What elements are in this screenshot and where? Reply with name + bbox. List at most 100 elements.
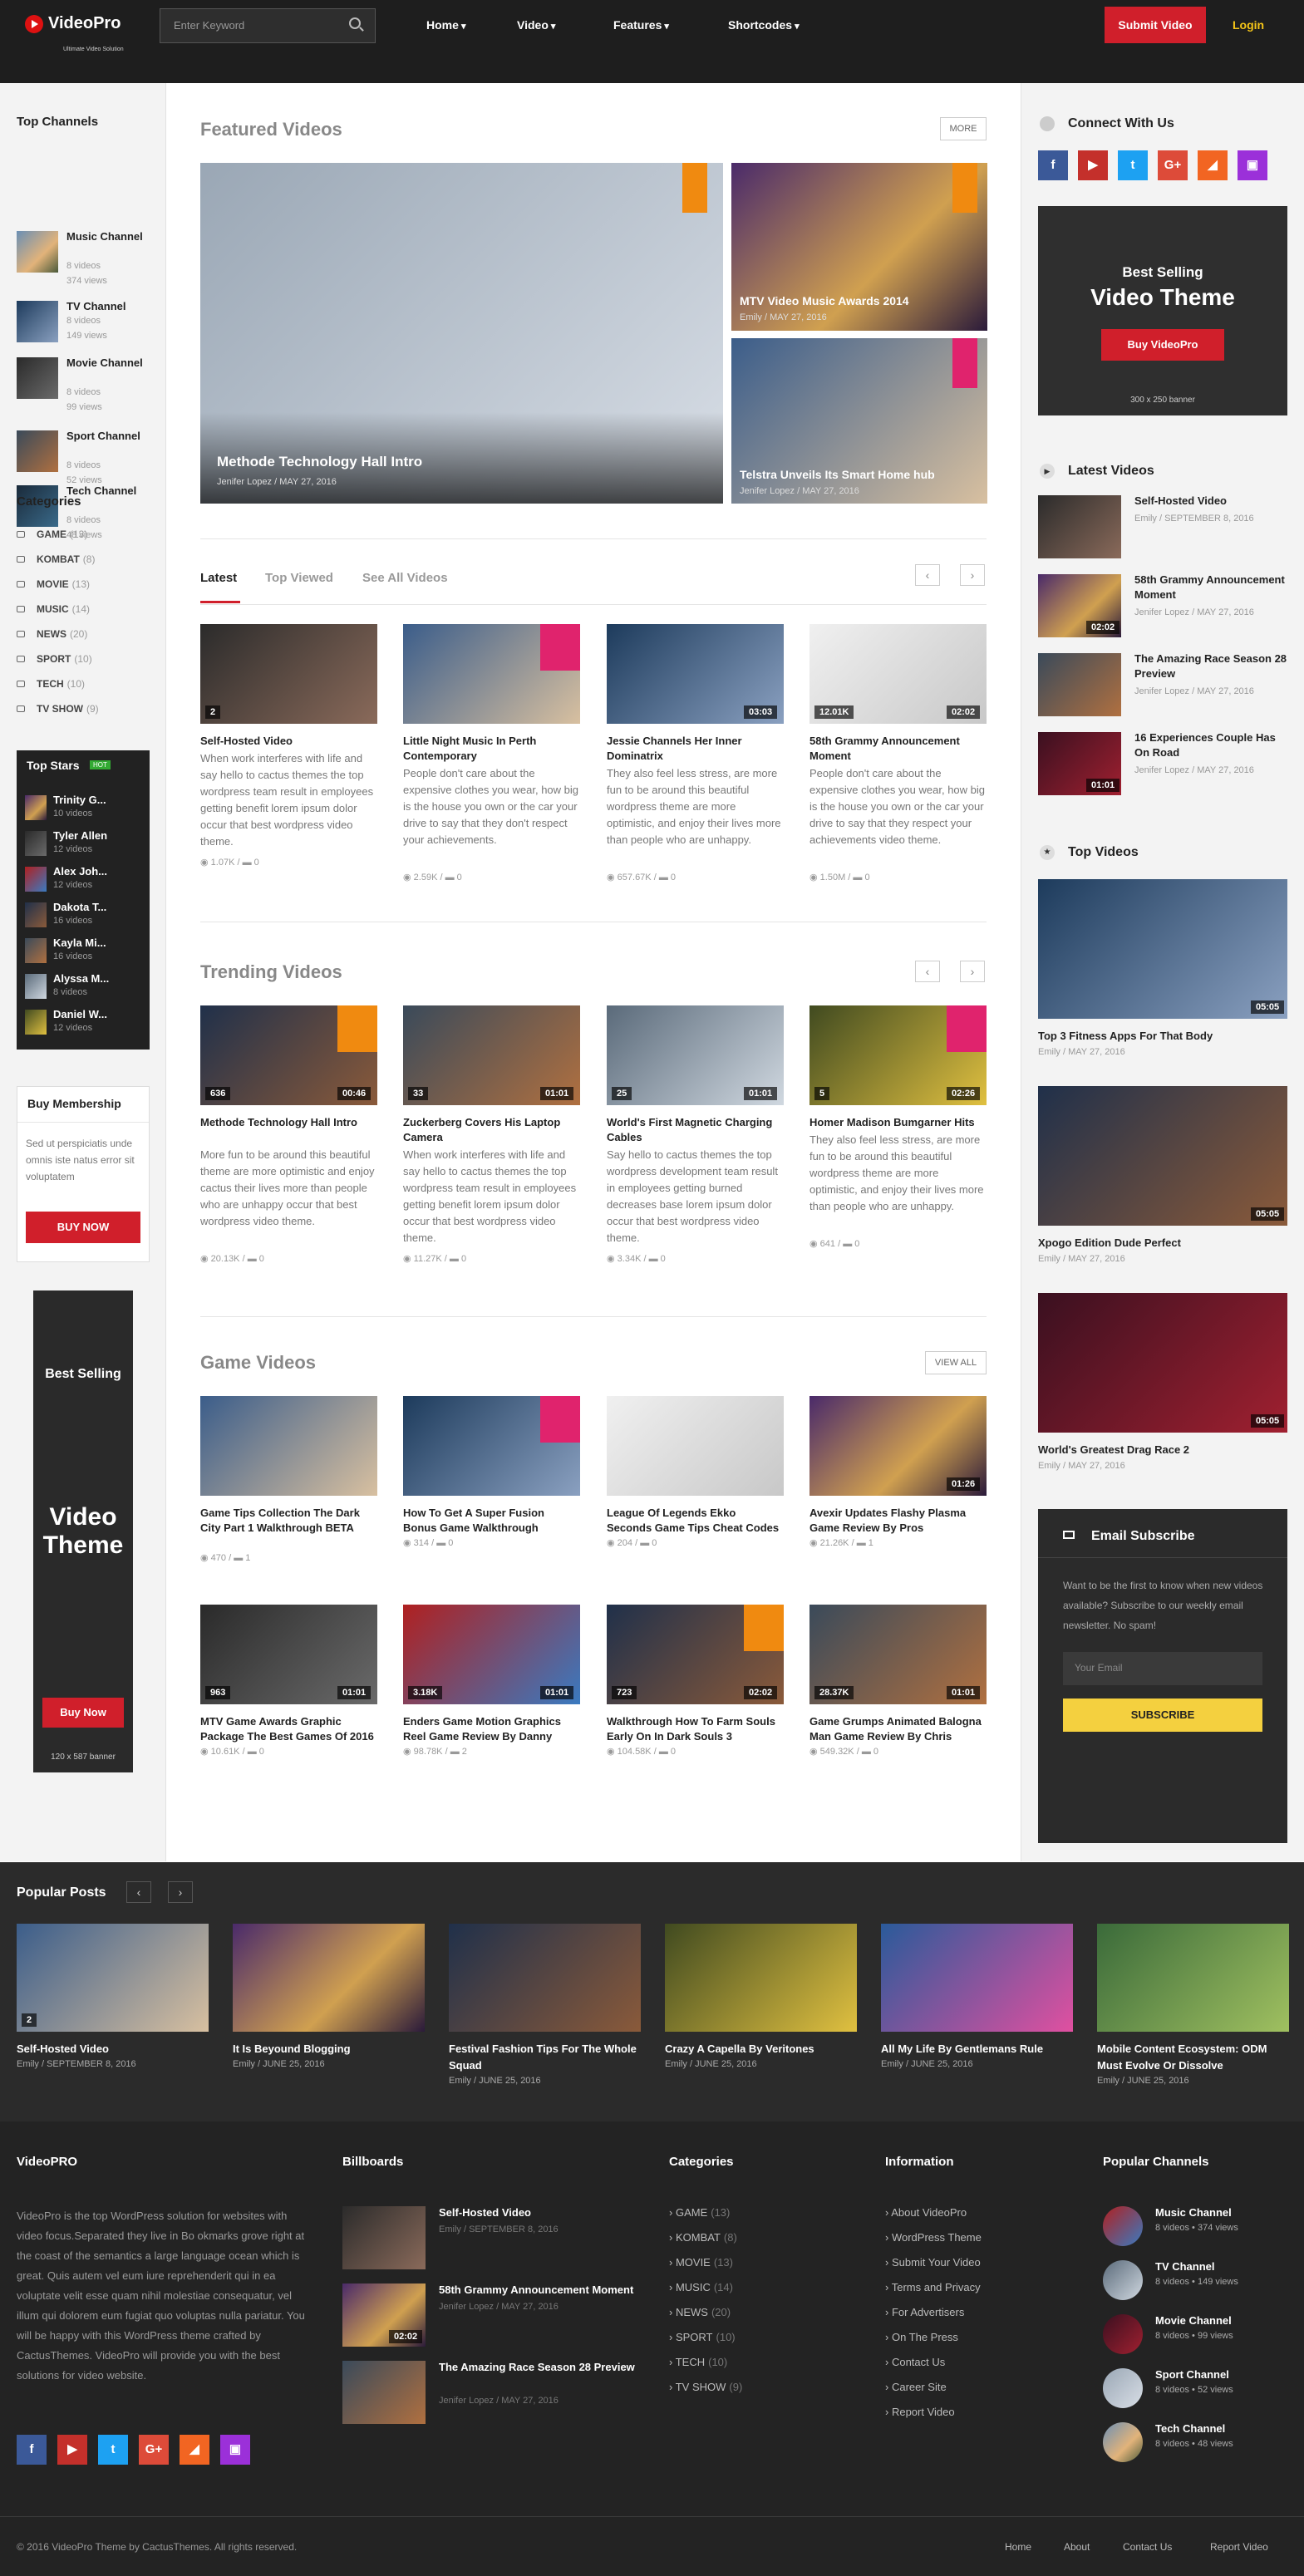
category-name[interactable]: NEWS (37, 628, 66, 640)
video-title[interactable]: 58th Grammy Announcement Moment (439, 2282, 638, 2298)
channel-thumbnail[interactable] (17, 430, 58, 472)
video-title[interactable]: Xpogo Edition Dude Perfect (1038, 1236, 1287, 1251)
post-title[interactable]: Self-Hosted Video (17, 2041, 209, 2057)
video-title[interactable]: Homer Madison Bumgarner Hits (809, 1115, 987, 1130)
info-link[interactable]: › WordPress Theme (885, 2231, 982, 2244)
video-title[interactable]: Zuckerberg Covers His Laptop Camera (403, 1115, 580, 1145)
author[interactable]: Emily (1134, 514, 1157, 524)
info-link-label[interactable]: For Advertisers (892, 2306, 964, 2318)
video-thumbnail[interactable] (200, 624, 377, 724)
channel-thumbnail[interactable] (17, 357, 58, 399)
avatar[interactable] (25, 795, 47, 820)
login-link[interactable]: Login (1233, 18, 1264, 32)
footer-category-item[interactable]: › MUSIC (14) (669, 2281, 733, 2293)
twitch-icon[interactable]: ▣ (1238, 150, 1267, 180)
video-title[interactable]: Enders Game Motion Graphics Reel Game Re… (403, 1714, 580, 1744)
twitch-icon[interactable]: ▣ (220, 2435, 250, 2465)
category-name[interactable]: GAME (37, 528, 66, 540)
banner-300x250[interactable]: Best Selling Video Theme Buy VideoPro 30… (1038, 206, 1287, 415)
rss-icon[interactable]: ◢ (1198, 150, 1228, 180)
channel-name[interactable]: Sport Channel (66, 429, 146, 444)
author[interactable]: Emily (1038, 1047, 1060, 1057)
star-name[interactable]: Alex Joh... (53, 865, 107, 878)
post-thumbnail[interactable] (17, 1924, 209, 2032)
category-name[interactable]: GAME (676, 2206, 707, 2219)
post-title[interactable]: It Is Beyound Blogging (233, 2041, 425, 2057)
video-title[interactable]: MTV Game Awards Graphic Package The Best… (200, 1714, 377, 1744)
category-item[interactable]: GAME (13) (37, 528, 87, 540)
post-thumbnail[interactable] (665, 1924, 857, 2032)
video-title[interactable]: How To Get A Super Fusion Bonus Game Wal… (403, 1506, 580, 1536)
info-link[interactable]: › Career Site (885, 2381, 947, 2393)
category-name[interactable]: NEWS (676, 2306, 708, 2318)
view-all-button[interactable]: VIEW ALL (925, 1351, 987, 1374)
info-link[interactable]: › Contact Us (885, 2356, 945, 2368)
video-title[interactable]: Game Tips Collection The Dark City Part … (200, 1506, 377, 1536)
author[interactable]: Emily (1038, 1461, 1060, 1471)
info-link[interactable]: › Submit Your Video (885, 2256, 981, 2269)
search-icon[interactable] (349, 17, 361, 29)
category-item[interactable]: TV SHOW (9) (37, 703, 99, 715)
info-link[interactable]: › About VideoPro (885, 2206, 967, 2219)
video-title[interactable]: Methode Technology Hall Intro (200, 1115, 377, 1130)
category-name[interactable]: KOMBAT (676, 2231, 721, 2244)
tab-top-viewed[interactable]: Top Viewed (265, 571, 333, 585)
rss-icon[interactable]: ◢ (180, 2435, 209, 2465)
twitter-icon[interactable]: t (98, 2435, 128, 2465)
logo-icon[interactable] (25, 15, 43, 33)
channel-thumbnail[interactable] (17, 231, 58, 273)
next-arrow-icon[interactable]: › (960, 564, 985, 586)
video-thumbnail[interactable] (1038, 653, 1121, 716)
youtube-icon[interactable]: ▶ (57, 2435, 87, 2465)
star-name[interactable]: Alyssa M... (53, 972, 109, 985)
author[interactable]: Emily (881, 2059, 903, 2069)
star-name[interactable]: Trinity G... (53, 794, 106, 806)
video-title[interactable]: Self-Hosted Video (439, 2205, 638, 2221)
video-thumbnail[interactable] (342, 2206, 426, 2269)
prev-arrow-icon[interactable]: ‹ (915, 564, 940, 586)
search-input[interactable]: Enter Keyword (160, 8, 376, 43)
video-thumbnail[interactable] (1038, 495, 1121, 558)
video-title[interactable]: Self-Hosted Video (1134, 494, 1289, 509)
post-thumbnail[interactable] (1097, 1924, 1289, 2032)
footer-link-home[interactable]: Home (1005, 2541, 1031, 2553)
star-name[interactable]: Tyler Allen (53, 829, 107, 842)
facebook-icon[interactable]: f (1038, 150, 1068, 180)
tab-see-all[interactable]: See All Videos (362, 571, 448, 585)
category-item[interactable]: MOVIE (13) (37, 578, 90, 590)
submit-video-button[interactable]: Submit Video (1105, 7, 1206, 43)
nav-shortcodes[interactable]: Shortcodes (728, 18, 800, 32)
star-name[interactable]: Dakota T... (53, 901, 106, 913)
video-title[interactable]: World's First Magnetic Charging Cables (607, 1115, 784, 1145)
youtube-icon[interactable]: ▶ (1078, 150, 1108, 180)
video-title[interactable]: 16 Experiences Couple Has On Road (1134, 730, 1289, 760)
featured-side1-title[interactable]: MTV Video Music Awards 2014 (740, 294, 909, 307)
category-name[interactable]: SPORT (676, 2331, 713, 2343)
info-link-label[interactable]: WordPress Theme (892, 2231, 982, 2244)
video-title[interactable]: 58th Grammy Announcement Moment (1134, 573, 1289, 602)
video-thumbnail[interactable] (607, 1396, 784, 1496)
info-link-label[interactable]: On The Press (892, 2331, 958, 2343)
featured-side-video-1[interactable]: MTV Video Music Awards 2014 Emily / MAY … (731, 163, 987, 331)
video-title[interactable]: Game Grumps Animated Balogna Man Game Re… (809, 1714, 987, 1744)
author[interactable]: Emily (17, 2059, 39, 2069)
post-thumbnail[interactable] (449, 1924, 641, 2032)
channel-name[interactable]: Movie Channel (66, 356, 146, 371)
video-title[interactable]: The Amazing Race Season 28 Preview (1134, 651, 1289, 681)
video-thumbnail[interactable] (200, 1396, 377, 1496)
google-plus-icon[interactable]: G+ (139, 2435, 169, 2465)
avatar[interactable] (25, 1010, 47, 1035)
prev-arrow-icon[interactable]: ‹ (915, 961, 940, 982)
nav-features[interactable]: Features (613, 18, 669, 32)
avatar[interactable] (25, 938, 47, 963)
more-button[interactable]: MORE (940, 117, 987, 140)
featured-side2-title[interactable]: Telstra Unveils Its Smart Home hub (740, 468, 935, 481)
twitter-icon[interactable]: t (1118, 150, 1148, 180)
channel-avatar[interactable] (1103, 2368, 1143, 2408)
author[interactable]: Emily (449, 2076, 471, 2086)
facebook-icon[interactable]: f (17, 2435, 47, 2465)
category-name[interactable]: MUSIC (37, 603, 69, 615)
info-link[interactable]: › On The Press (885, 2331, 958, 2343)
category-name[interactable]: MUSIC (676, 2281, 711, 2293)
info-link-label[interactable]: Career Site (892, 2381, 947, 2393)
